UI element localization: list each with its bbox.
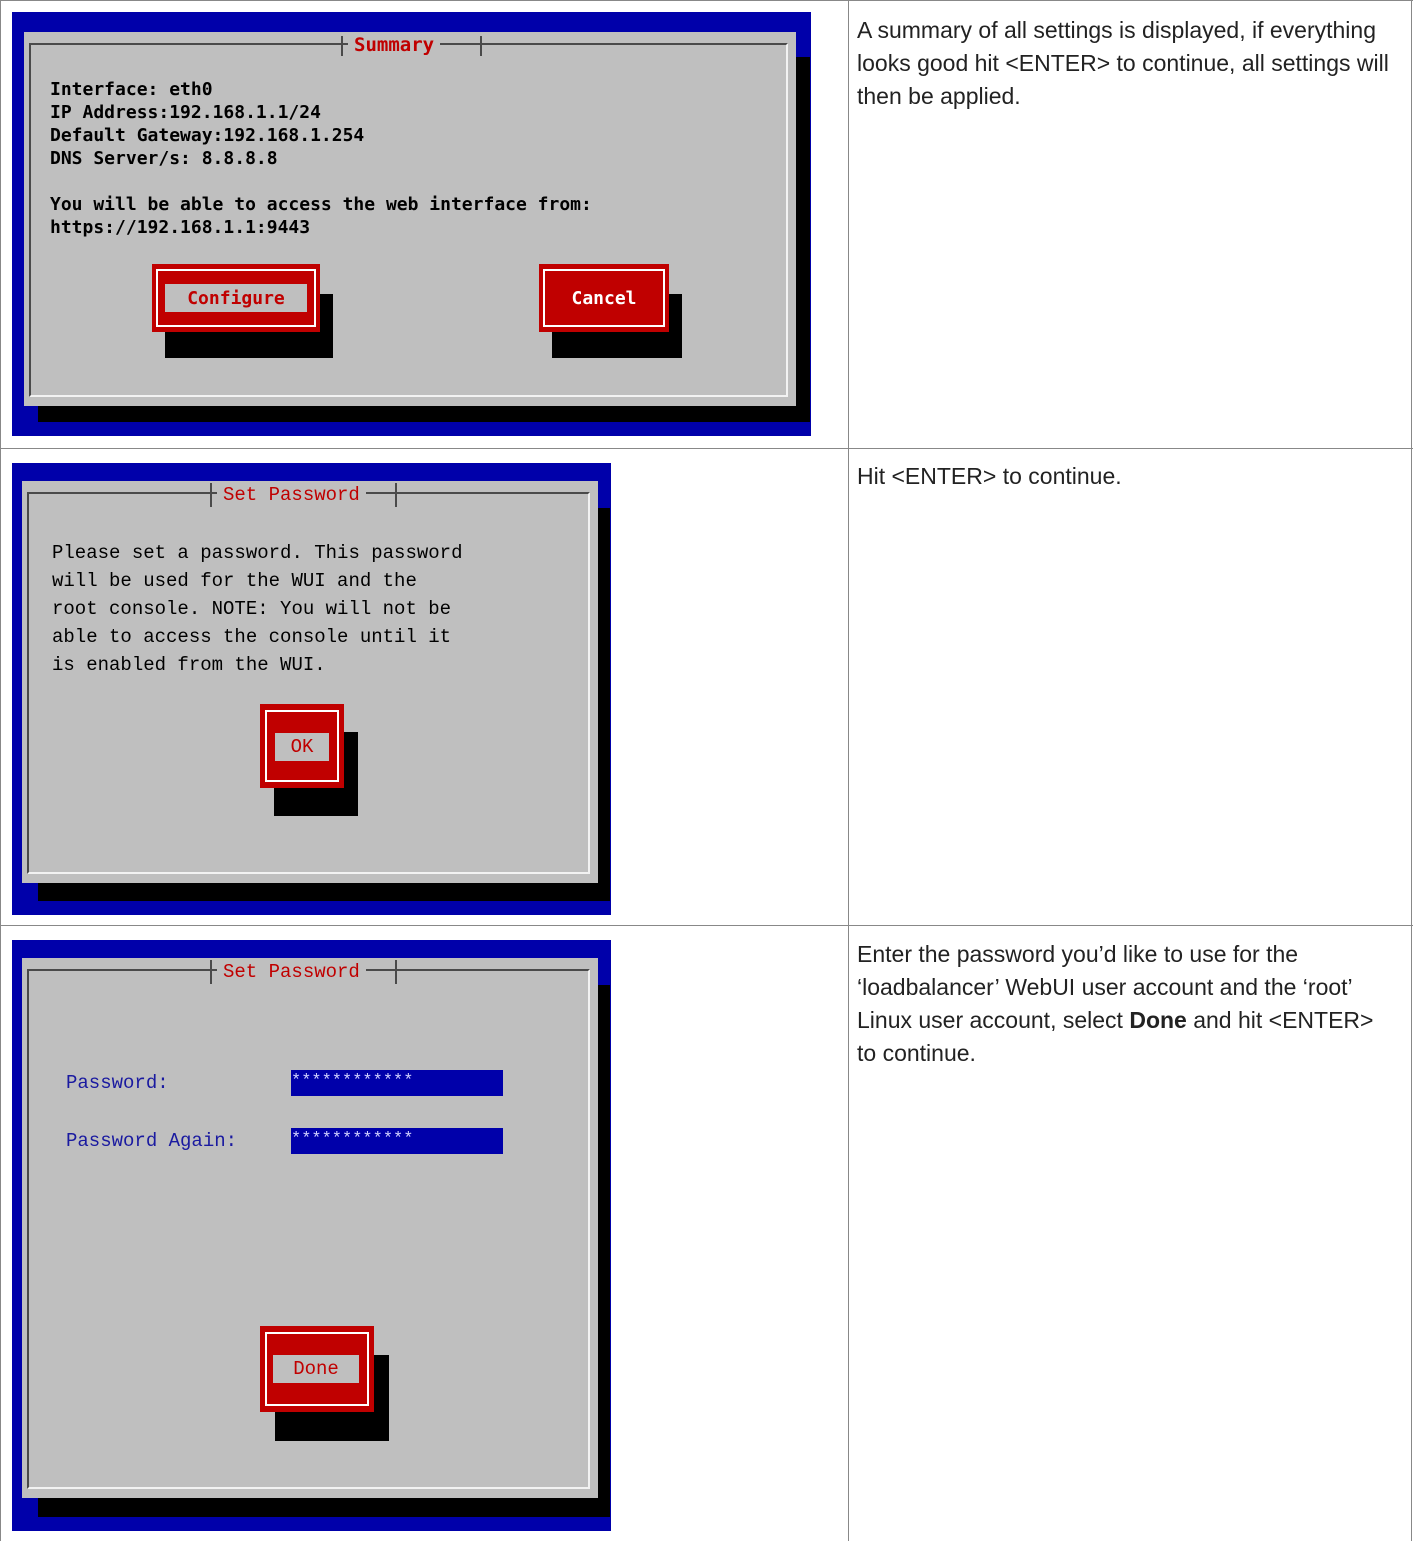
info-line-1: Please set a password. This password bbox=[52, 542, 463, 564]
password-again-label: Password Again: bbox=[66, 1130, 238, 1152]
info-line-4: able to access the console until it bbox=[52, 626, 452, 648]
summary-line-dns: DNS Server/s: 8.8.8.8 bbox=[50, 148, 278, 169]
ok-button-label: OK bbox=[290, 736, 314, 758]
summary-line-gateway: Default Gateway:192.168.1.254 bbox=[50, 125, 365, 146]
table-border-top bbox=[0, 0, 1413, 1]
info-line-5: is enabled from the WUI. bbox=[52, 654, 326, 676]
dialog-title: Summary bbox=[348, 34, 441, 56]
set-password-fields-description: Enter the password you’d like to use for… bbox=[857, 938, 1397, 1070]
dialog-title: Set Password bbox=[217, 960, 366, 984]
set-password-fields-dialog: Set Password Password: ************ Pass… bbox=[22, 958, 598, 1498]
table-border-left bbox=[0, 0, 1, 1541]
instructions-table: Summary Interface: eth0 IP Address:192.1… bbox=[0, 0, 1413, 1541]
summary-line-url: https://192.168.1.1:9443 bbox=[50, 217, 311, 238]
description-bold-done: Done bbox=[1129, 1007, 1187, 1033]
password-field[interactable]: ************ bbox=[291, 1070, 503, 1096]
ok-button[interactable]: OK bbox=[260, 704, 344, 788]
dialog-title: Set Password bbox=[217, 483, 366, 507]
info-line-3: root console. NOTE: You will not be bbox=[52, 598, 452, 620]
summary-line-interface: Interface: eth0 bbox=[50, 79, 213, 100]
cancel-button[interactable]: Cancel bbox=[539, 264, 669, 332]
configure-button-label: Configure bbox=[187, 287, 285, 309]
table-row-divider bbox=[0, 925, 1413, 926]
summary-line-access: You will be able to access the web inter… bbox=[50, 194, 592, 215]
done-button[interactable]: Done bbox=[260, 1326, 374, 1412]
table-column-divider bbox=[848, 0, 849, 1541]
info-line-2: will be used for the WUI and the bbox=[52, 570, 417, 592]
summary-dialog: Summary Interface: eth0 IP Address:192.1… bbox=[24, 32, 796, 406]
summary-description: A summary of all settings is displayed, … bbox=[857, 17, 1389, 109]
set-password-fields-screenshot: Set Password Password: ************ Pass… bbox=[12, 940, 611, 1531]
set-password-info-screenshot: Set Password Please set a password. This… bbox=[12, 463, 611, 915]
set-password-info-description: Hit <ENTER> to continue. bbox=[857, 463, 1122, 489]
summary-screenshot: Summary Interface: eth0 IP Address:192.1… bbox=[12, 12, 811, 436]
cancel-button-label: Cancel bbox=[571, 287, 637, 309]
summary-line-ip: IP Address:192.168.1.1/24 bbox=[50, 102, 321, 123]
configure-button[interactable]: Configure bbox=[152, 264, 320, 332]
password-again-field[interactable]: ************ bbox=[291, 1128, 503, 1154]
table-row-divider bbox=[0, 448, 1413, 449]
set-password-info-dialog: Set Password Please set a password. This… bbox=[22, 481, 598, 883]
password-label: Password: bbox=[66, 1072, 169, 1094]
table-border-right bbox=[1411, 0, 1412, 1541]
done-button-label: Done bbox=[293, 1358, 339, 1380]
